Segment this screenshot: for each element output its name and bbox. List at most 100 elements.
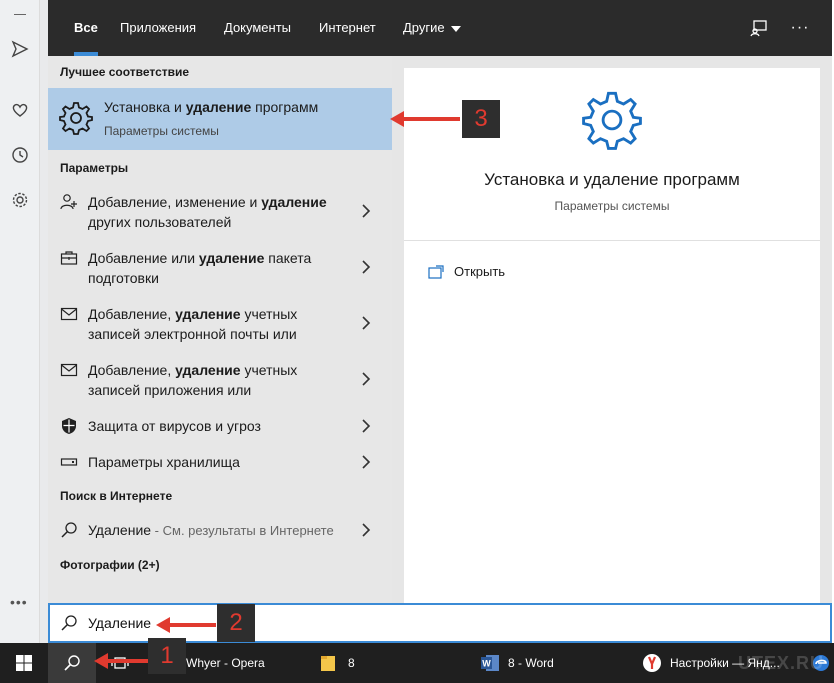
history-icon[interactable] [9, 144, 31, 166]
label-part: Добавление, [88, 362, 176, 378]
search-flyout: Все Приложения Документы Интернет Другие… [48, 0, 832, 643]
watermark: UTEX.RU [737, 653, 824, 673]
chevron-right-icon [362, 316, 371, 330]
annotation-badge: 2 [217, 604, 255, 642]
settings-gear-icon[interactable] [9, 189, 31, 211]
settings-gear-icon [582, 91, 642, 150]
label-highlight: удаление [175, 362, 241, 378]
tab-apps[interactable]: Приложения [120, 0, 196, 56]
search-icon [60, 521, 78, 539]
heart-icon[interactable] [9, 99, 31, 121]
search-icon [61, 615, 77, 631]
person-add-icon [60, 193, 78, 211]
preview-header: Установка и удаление программ Параметры … [404, 68, 820, 241]
search-input[interactable]: Удаление [88, 615, 151, 631]
web-hint: - См. результаты в Интернете [151, 523, 334, 538]
briefcase-icon [60, 249, 78, 267]
tab-other-label: Другие [403, 20, 445, 35]
web-search-label: Удаление - См. результаты в Интернете [88, 520, 358, 541]
chevron-right-icon [362, 204, 371, 218]
chevron-right-icon [362, 372, 371, 386]
send-icon[interactable] [9, 38, 31, 60]
tab-documents[interactable]: Документы [224, 0, 291, 56]
results-list: Лучшее соответствие Установка и удаление… [48, 56, 392, 603]
windows-logo-icon [16, 655, 32, 671]
chevron-right-icon [362, 260, 371, 274]
chevron-right-icon [362, 523, 371, 537]
tab-other[interactable]: Другие [403, 0, 461, 56]
chevron-right-icon [362, 419, 371, 433]
label-highlight: удаление [261, 194, 327, 210]
chevron-right-icon [362, 455, 371, 469]
title-part: программ [251, 99, 319, 115]
label-highlight: удаление [175, 306, 241, 322]
taskbar-app-explorer[interactable]: 8 [314, 643, 464, 683]
mail-icon [60, 305, 78, 323]
annotation-arrow [390, 111, 460, 127]
taskbar-app-label: 8 - Word [508, 656, 554, 670]
annotation-badge: 3 [462, 100, 500, 138]
photos-header[interactable]: Фотографии (2+) [60, 558, 160, 572]
annotation-arrow [156, 617, 216, 633]
task-view-icon [111, 657, 129, 669]
list-item-label: Защита от вирусов и угроз [88, 418, 261, 434]
taskbar-app-label: 8 [348, 656, 355, 670]
best-match-header: Лучшее соответствие [60, 65, 190, 79]
word-icon: W [481, 655, 499, 671]
list-item[interactable]: Добавление, изменение и удаление других … [48, 192, 392, 232]
shield-icon [60, 417, 78, 435]
web-query: Удаление [88, 522, 152, 538]
list-item[interactable]: Добавление, удаление учетных записей при… [48, 360, 392, 400]
preview-pane: Установка и удаление программ Параметры … [404, 68, 820, 603]
search-tabs-bar: Все Приложения Документы Интернет Другие… [48, 0, 832, 56]
list-item-label: Добавление, изменение и удаление других … [88, 192, 348, 232]
label-part: Добавление, [88, 306, 176, 322]
title-part: Установка и [104, 99, 186, 115]
list-item-label: Параметры хранилища [88, 454, 240, 470]
preview-title: Установка и удаление программ [484, 170, 740, 189]
web-search-header: Поиск в Интернете [60, 489, 173, 503]
list-item[interactable]: Защита от вирусов и угроз [48, 416, 392, 436]
preview-subtitle: Параметры системы [554, 199, 670, 213]
divider [14, 14, 26, 15]
folder-icon [321, 656, 335, 671]
list-item[interactable]: Параметры хранилища [48, 452, 392, 472]
taskbar-app-word[interactable]: W 8 - Word [474, 643, 624, 683]
list-item-label: Добавление, удаление учетных записей при… [88, 360, 348, 400]
storage-icon [60, 453, 78, 471]
svg-text:W: W [482, 659, 491, 669]
web-search-result[interactable]: Удаление - См. результаты в Интернете [48, 520, 392, 540]
annotation-arrow [94, 653, 148, 669]
list-item[interactable]: Добавление или удаление пакета подготовк… [48, 248, 392, 288]
label-highlight: удаление [198, 250, 265, 266]
list-item[interactable]: Добавление, удаление учетных записей эле… [48, 304, 392, 344]
taskbar-app-label: Whyer - Opera [186, 656, 265, 670]
taskbar: Whyer - Opera 8 W 8 - Word Настройки — Я… [0, 643, 834, 683]
more-icon[interactable]: ••• [10, 594, 28, 610]
yandex-browser-icon [643, 654, 661, 672]
open-icon [428, 264, 444, 279]
mail-icon [60, 361, 78, 379]
best-match-result[interactable]: Установка и удаление программ Параметры … [48, 88, 392, 150]
title-highlight: удаление [185, 99, 252, 115]
label-part: других пользователей [88, 214, 232, 230]
browser-sidebar: ••• [0, 0, 40, 643]
search-icon [64, 655, 80, 671]
settings-header: Параметры [60, 161, 129, 175]
label-part: Добавление или [88, 250, 199, 266]
start-button[interactable] [0, 643, 48, 683]
feedback-icon[interactable] [748, 17, 770, 39]
tab-all[interactable]: Все [74, 0, 98, 56]
best-match-title: Установка и удаление программ [104, 99, 318, 115]
chevron-down-icon [450, 25, 461, 32]
settings-gear-icon [59, 102, 93, 135]
taskbar-search-button[interactable] [48, 643, 96, 683]
list-item-label: Добавление или удаление пакета подготовк… [88, 248, 348, 288]
label-part: Добавление, изменение и [88, 194, 262, 210]
open-button[interactable]: Открыть [428, 264, 505, 279]
open-label: Открыть [454, 264, 506, 279]
tab-web[interactable]: Интернет [319, 0, 376, 56]
best-match-subtitle: Параметры системы [104, 124, 219, 138]
annotation-badge: 1 [148, 638, 186, 674]
more-options-icon[interactable]: ··· [789, 17, 811, 39]
